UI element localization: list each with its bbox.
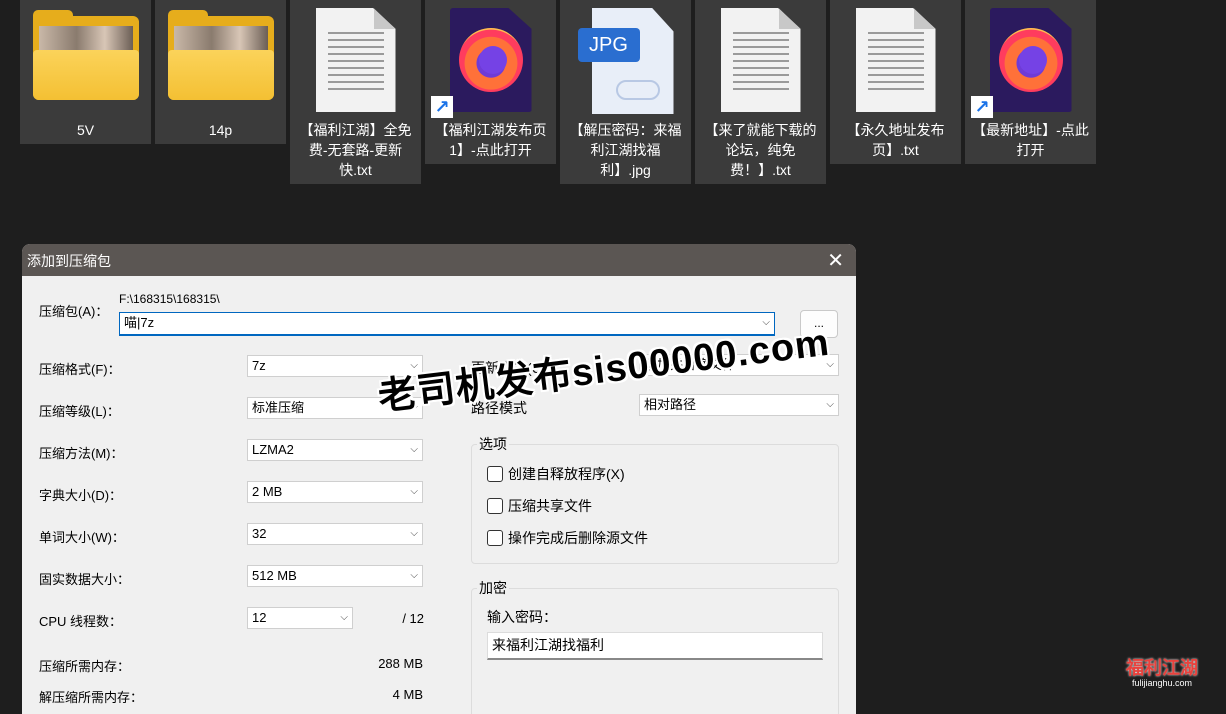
dictionary-label: 字典大小(D)： (39, 488, 123, 503)
icon-label: 【最新地址】-点此打开 (972, 122, 1089, 158)
format-value: 7z (252, 358, 266, 373)
method-select[interactable]: LZMA2 ⌵ (247, 439, 423, 461)
dictionary-value: 2 MB (252, 484, 283, 499)
cpu-threads-label: CPU 线程数： (39, 614, 123, 629)
archive-name-value: 喵|7z (124, 315, 155, 330)
icon-label: 14p (208, 122, 233, 138)
folder-icon (32, 10, 139, 100)
file-txt-free[interactable]: 【福利江湖】全免费-无套路-更新快.txt (290, 0, 421, 184)
site-logo: 福利江湖 fulijianghu.com (1126, 654, 1198, 688)
shortcut-release-page[interactable]: ↗ 【福利江湖发布页1】-点此打开 (425, 0, 556, 164)
shortcut-arrow-icon: ↗ (971, 96, 993, 118)
create-sfx-label: 创建自释放程序(X) (508, 466, 625, 482)
cpu-threads-max: / 12 (402, 611, 424, 626)
folder-14p[interactable]: 14p (155, 0, 286, 144)
compress-shared-label: 压缩共享文件 (508, 498, 592, 514)
logo-text: 福利江湖 (1126, 658, 1198, 678)
icon-label: 【永久地址发布页】.txt (846, 122, 945, 158)
image-file-icon: JPG (577, 8, 674, 114)
word-size-label: 单词大小(W)： (39, 530, 125, 545)
decompress-memory-label: 解压缩所需内存： (39, 690, 144, 705)
archive-path: F:\168315\168315\ (119, 292, 220, 306)
level-value: 标准压缩 (252, 400, 305, 415)
path-mode-select[interactable]: 相对路径 ⌵ (639, 394, 839, 416)
solid-size-select[interactable]: 512 MB ⌵ (247, 565, 423, 587)
delete-after-checkbox[interactable]: 操作完成后删除源文件 (487, 528, 648, 548)
text-file-icon (720, 8, 801, 112)
icon-label: 【福利江湖】全免费-无套路-更新快.txt (299, 122, 412, 178)
icon-label: 【解压密码：来福利江湖找福利】.jpg (569, 122, 682, 178)
level-label: 压缩等级(L)： (39, 404, 120, 419)
firefox-icon (449, 8, 532, 112)
solid-size-label: 固实数据大小： (39, 572, 131, 587)
method-label: 压缩方法(M)： (39, 446, 124, 461)
file-txt-permanent[interactable]: 【永久地址发布页】.txt (830, 0, 961, 164)
create-sfx-checkbox[interactable]: 创建自释放程序(X) (487, 464, 625, 484)
text-file-icon (855, 8, 936, 112)
path-mode-value: 相对路径 (644, 397, 697, 412)
word-size-value: 32 (252, 526, 267, 541)
chevron-down-icon: ⌵ (410, 486, 418, 497)
chevron-down-icon: ⌵ (410, 528, 418, 539)
shortcut-arrow-icon: ↗ (431, 96, 453, 118)
add-to-archive-dialog: 添加到压缩包 ✕ 压缩包(A)： F:\168315\168315\ 喵|7z ⌵… (22, 244, 856, 714)
shortcut-latest-address[interactable]: ↗ 【最新地址】-点此打开 (965, 0, 1096, 164)
dialog-titlebar: 添加到压缩包 ✕ (22, 244, 856, 276)
password-label: 输入密码： (487, 609, 557, 625)
chevron-down-icon: ⌵ (340, 612, 348, 623)
checkbox-box[interactable] (487, 498, 503, 514)
close-icon[interactable]: ✕ (827, 248, 844, 273)
method-value: LZMA2 (252, 442, 294, 457)
folder-icon (167, 10, 274, 100)
encryption-title: 加密 (477, 578, 509, 598)
icon-label: 5V (76, 122, 95, 138)
folder-5v[interactable]: 5V (20, 0, 151, 144)
compress-shared-checkbox[interactable]: 压缩共享文件 (487, 496, 592, 516)
password-input[interactable]: 来福利江湖找福利 (487, 632, 823, 660)
chevron-down-icon: ⌵ (410, 570, 418, 581)
dialog-title: 添加到压缩包 (27, 253, 111, 269)
compress-memory-value: 288 MB (378, 656, 423, 671)
solid-size-value: 512 MB (252, 568, 297, 583)
chevron-down-icon: ⌵ (410, 444, 418, 455)
cpu-threads-value: 12 (252, 610, 267, 625)
archive-label: 压缩包(A)： (39, 304, 109, 319)
checkbox-box[interactable] (487, 466, 503, 482)
firefox-icon (989, 8, 1072, 112)
dictionary-select[interactable]: 2 MB ⌵ (247, 481, 423, 503)
delete-after-label: 操作完成后删除源文件 (508, 530, 648, 546)
text-file-icon (315, 8, 396, 112)
format-label: 压缩格式(F)： (39, 362, 121, 377)
icon-label: 【来了就能下载的论坛，纯免费！】.txt (704, 122, 817, 178)
checkbox-box[interactable] (487, 530, 503, 546)
options-title: 选项 (477, 434, 509, 454)
file-txt-forum[interactable]: 【来了就能下载的论坛，纯免费！】.txt (695, 0, 826, 184)
logo-domain: fulijianghu.com (1131, 678, 1193, 688)
file-jpg-password[interactable]: JPG 【解压密码：来福利江湖找福利】.jpg (560, 0, 691, 184)
icon-label: 【福利江湖发布页1】-点此打开 (434, 122, 547, 158)
word-size-select[interactable]: 32 ⌵ (247, 523, 423, 545)
chevron-down-icon: ⌵ (826, 399, 834, 410)
compress-memory-label: 压缩所需内存： (39, 659, 131, 674)
cpu-threads-select[interactable]: 12 ⌵ (247, 607, 353, 629)
